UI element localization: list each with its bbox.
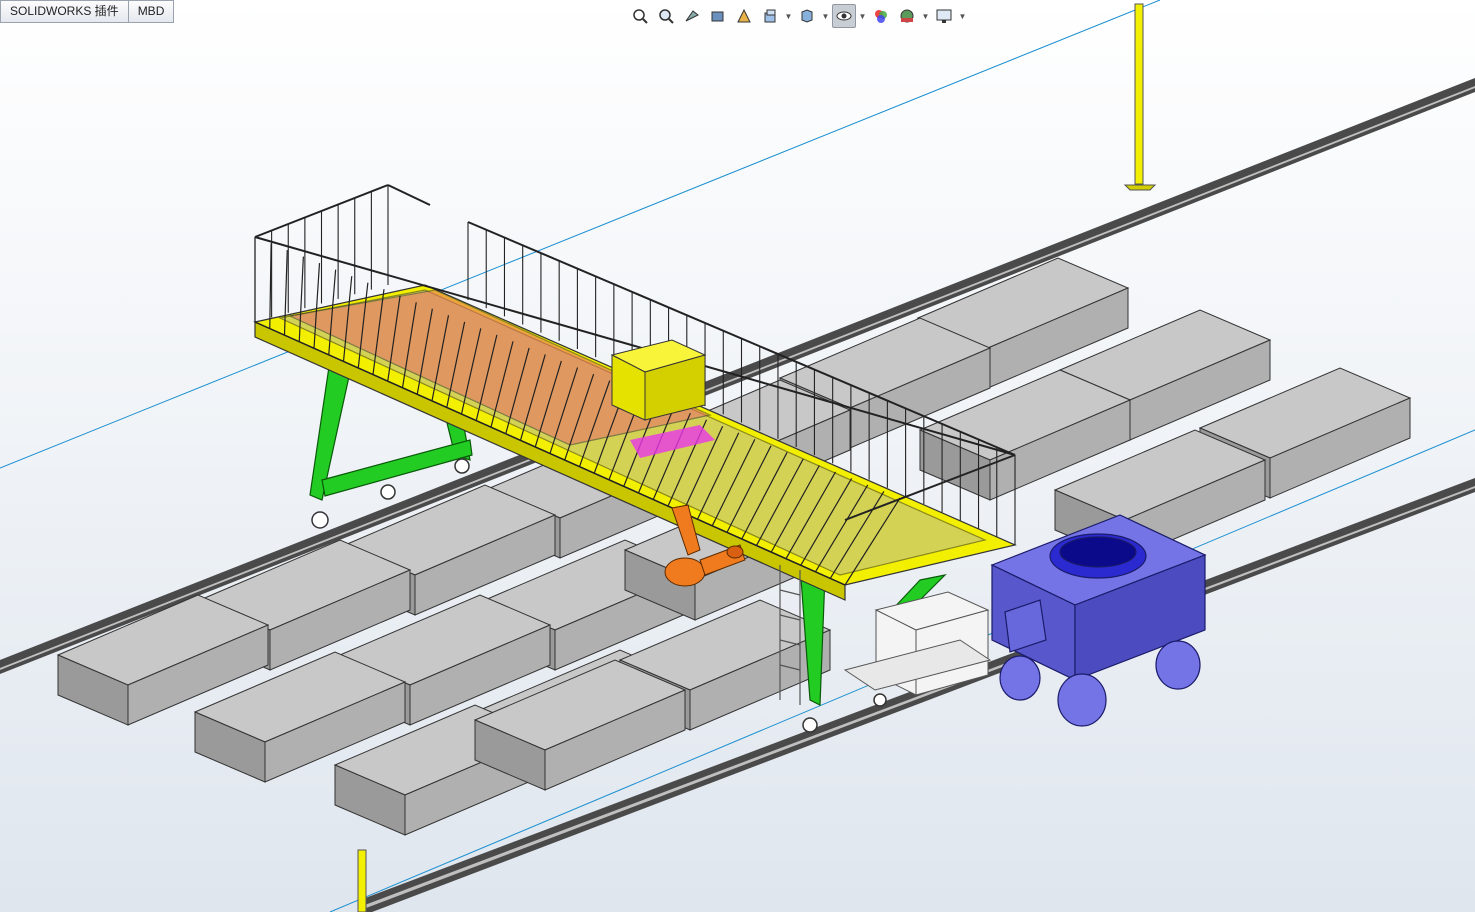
command-manager-tabs: SOLIDWORKS 插件 MBD <box>0 0 175 23</box>
apply-scene-icon[interactable] <box>895 4 919 28</box>
previous-view-icon[interactable] <box>680 4 704 28</box>
heads-up-view-toolbar: ▼ ▼ ▼ ▼ ▼ <box>628 3 967 29</box>
dynamic-annotation-icon[interactable] <box>732 4 756 28</box>
control-cabinet <box>610 339 707 421</box>
display-style-icon[interactable] <box>795 4 819 28</box>
edit-appearance-icon[interactable] <box>869 4 893 28</box>
tab-solidworks-addins[interactable]: SOLIDWORKS 插件 <box>0 0 129 23</box>
chevron-down-icon[interactable]: ▼ <box>958 4 967 28</box>
view-orientation-icon[interactable] <box>758 4 782 28</box>
view-settings-icon[interactable] <box>932 4 956 28</box>
hide-show-items-icon[interactable] <box>832 4 856 28</box>
chevron-down-icon[interactable]: ▼ <box>921 4 930 28</box>
graphics-viewport[interactable] <box>0 0 1475 912</box>
chevron-down-icon[interactable]: ▼ <box>784 4 793 28</box>
post-front <box>357 849 367 912</box>
zoom-to-fit-icon[interactable] <box>628 4 652 28</box>
chevron-down-icon[interactable]: ▼ <box>858 4 867 28</box>
section-view-icon[interactable] <box>706 4 730 28</box>
tab-mbd[interactable]: MBD <box>128 0 175 23</box>
zoom-to-area-icon[interactable] <box>654 4 678 28</box>
chevron-down-icon[interactable]: ▼ <box>821 4 830 28</box>
